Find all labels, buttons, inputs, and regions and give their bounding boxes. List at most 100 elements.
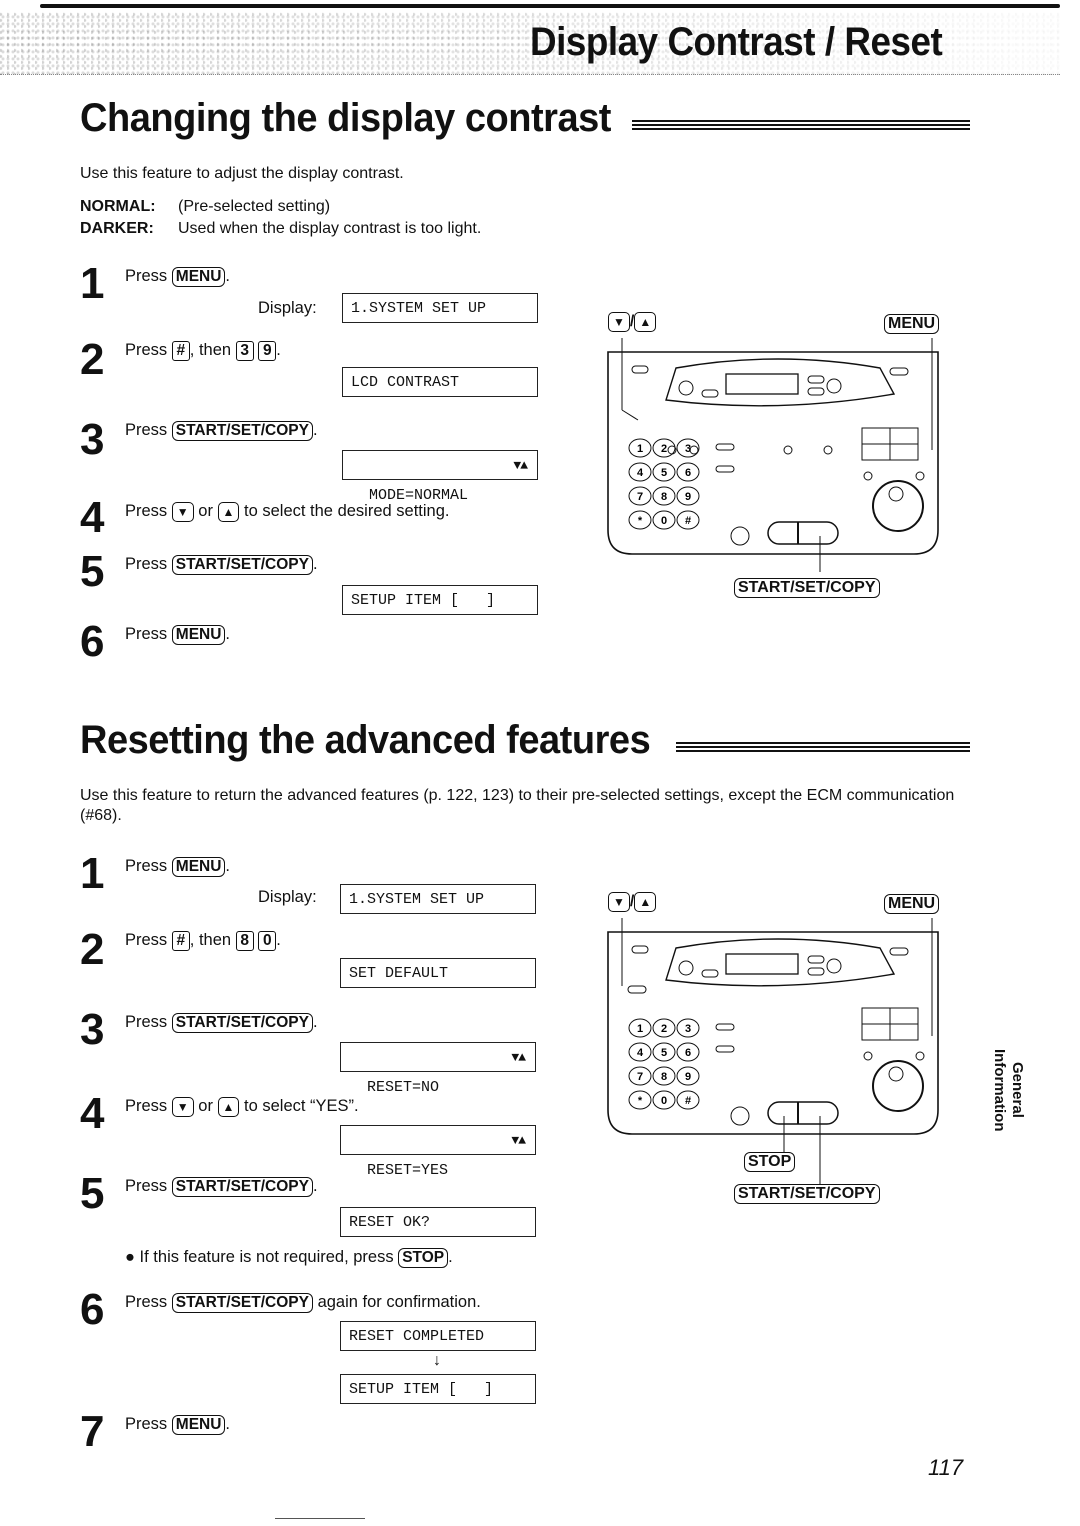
lcd-display: SET DEFAULT bbox=[340, 958, 536, 988]
lcd-display: MODE=NORMAL ▼▲ bbox=[342, 450, 538, 504]
lcd-text: RESET=YES bbox=[367, 1162, 449, 1179]
up-arrow-key-icon: ▲ bbox=[217, 1097, 240, 1117]
step-number: 1 bbox=[80, 259, 105, 308]
svg-text:6: 6 bbox=[685, 467, 691, 479]
stop-key-label: STOP bbox=[744, 1152, 796, 1172]
menu-key: MENU bbox=[171, 1415, 226, 1435]
step-tail: to select the desired setting. bbox=[244, 502, 450, 520]
step-7-text: Press MENU. bbox=[125, 1415, 231, 1435]
press-label: Press bbox=[125, 625, 168, 643]
down-arrow-key-icon: ▼ bbox=[171, 1097, 194, 1117]
display-label: Display: bbox=[258, 888, 317, 906]
press-label: Press bbox=[125, 421, 168, 439]
side-tab-line-2: Information bbox=[991, 1048, 1008, 1132]
section-title-reset: Resetting the advanced features bbox=[80, 718, 651, 762]
step-5-text: Press START/SET/COPY. bbox=[125, 1177, 318, 1197]
lcd-display: RESET COMPLETED bbox=[340, 1321, 536, 1351]
or-label: or bbox=[198, 1097, 213, 1115]
down-arrow-icon: ↓ bbox=[433, 1352, 441, 1369]
svg-text:9: 9 bbox=[685, 1071, 691, 1083]
lcd-display: 1.SYSTEM SET UP bbox=[340, 884, 536, 914]
step-number: 5 bbox=[80, 1169, 105, 1218]
up-down-arrows-icon: ▼▲ bbox=[513, 458, 528, 473]
step-number: 3 bbox=[80, 1005, 105, 1054]
option-text: Used when the display contrast is too li… bbox=[178, 220, 482, 237]
lcd-display: RESET=NO ▼▲ bbox=[340, 1042, 536, 1096]
keypad: 1 2 3 4 5 6 7 8 9 * 0 # bbox=[628, 438, 720, 553]
or-label: or bbox=[198, 502, 213, 520]
svg-text:*: * bbox=[638, 515, 643, 527]
press-label: Press bbox=[125, 502, 168, 520]
start-set-copy-key: START/SET/COPY bbox=[171, 421, 313, 441]
step-4-text: Press ▼ or ▲ to select the desired setti… bbox=[125, 501, 449, 522]
stop-note: ● If this feature is not required, press… bbox=[125, 1248, 453, 1268]
start-set-copy-key-label: START/SET/COPY bbox=[734, 578, 880, 598]
menu-key: MENU bbox=[171, 625, 226, 645]
start-set-copy-key: START/SET/COPY bbox=[171, 1293, 313, 1313]
digit-key: 9 bbox=[258, 341, 277, 361]
step-5-text: Press START/SET/COPY. bbox=[125, 555, 318, 575]
step-number: 5 bbox=[80, 547, 105, 596]
chapter-title: Display Contrast / Reset bbox=[530, 20, 943, 64]
press-label: Press bbox=[125, 1013, 168, 1031]
reset-intro: Use this feature to return the advanced … bbox=[80, 787, 955, 824]
press-label: Press bbox=[125, 1415, 168, 1433]
step-tail: to select “YES”. bbox=[244, 1097, 359, 1115]
up-down-arrows-icon: ▼▲ bbox=[511, 1133, 526, 1148]
step-number: 1 bbox=[80, 849, 105, 898]
svg-text:8: 8 bbox=[661, 1071, 667, 1083]
step-number: 6 bbox=[80, 617, 105, 666]
contrast-intro: Use this feature to adjust the display c… bbox=[80, 165, 404, 182]
svg-text:3: 3 bbox=[685, 443, 691, 455]
svg-text:8: 8 bbox=[661, 491, 667, 503]
lcd-display: LCD CONTRAST bbox=[342, 367, 538, 397]
hash-key: # bbox=[171, 931, 190, 951]
svg-text:7: 7 bbox=[637, 491, 643, 503]
step-6-text: Press START/SET/COPY again for confirmat… bbox=[125, 1292, 481, 1313]
svg-text:2: 2 bbox=[661, 443, 667, 455]
down-arrow-key-icon: ▼ bbox=[171, 502, 194, 522]
then-label: , then bbox=[189, 341, 232, 359]
press-label: Press bbox=[125, 931, 168, 949]
section-title-contrast: Changing the display contrast bbox=[80, 96, 611, 140]
svg-text:0: 0 bbox=[661, 1095, 667, 1107]
title-rule bbox=[632, 120, 970, 130]
header-top-rule bbox=[40, 4, 1060, 8]
step-3-text: Press START/SET/COPY. bbox=[125, 1013, 318, 1033]
hash-key: # bbox=[171, 341, 190, 361]
svg-text:#: # bbox=[685, 1095, 691, 1107]
lcd-display: RESET=YES ▼▲ bbox=[340, 1125, 536, 1179]
step-number: 7 bbox=[80, 1407, 105, 1456]
step-tail: again for confirmation. bbox=[317, 1293, 481, 1311]
step-number: 4 bbox=[80, 493, 105, 542]
keypad-drawing: 1 2 3 4 5 6 7 8 9 * 0 # bbox=[628, 1018, 700, 1110]
lcd-display: SETUP ITEM [ ] bbox=[342, 585, 538, 615]
lcd-display: 1.SYSTEM SET UP bbox=[342, 293, 538, 323]
svg-text:9: 9 bbox=[685, 491, 691, 503]
press-label: Press bbox=[125, 1097, 168, 1115]
svg-text:4: 4 bbox=[637, 1047, 644, 1059]
option-label: NORMAL: bbox=[80, 198, 156, 215]
step-number: 2 bbox=[80, 335, 105, 384]
step-1-text: Press MENU. bbox=[125, 267, 231, 287]
bottom-rule bbox=[275, 1518, 365, 1519]
digit-key: 3 bbox=[235, 341, 254, 361]
press-label: Press bbox=[125, 857, 168, 875]
menu-key: MENU bbox=[171, 857, 226, 877]
svg-text:5: 5 bbox=[661, 467, 667, 479]
step-6-text: Press MENU. bbox=[125, 625, 231, 645]
option-normal: NORMAL: (Pre-selected setting) bbox=[80, 197, 330, 217]
lcd-display: RESET OK? bbox=[340, 1207, 536, 1237]
keypad: 1 2 3 4 5 6 7 8 9 * 0 # bbox=[628, 1018, 720, 1133]
keypad-drawing: 1 2 3 4 5 6 7 8 9 * 0 # bbox=[628, 438, 700, 530]
lcd-display: SETUP ITEM [ ] bbox=[340, 1374, 536, 1404]
option-darker: DARKER: Used when the display contrast is… bbox=[80, 219, 481, 239]
step-number: 6 bbox=[80, 1285, 105, 1334]
stop-key: STOP bbox=[398, 1248, 449, 1268]
digit-key: 8 bbox=[235, 931, 254, 951]
fax-panel-diagram-contrast: ▼ / ▲ MENU 1 2 3 4 5 6 7 8 9 * 0 # START… bbox=[598, 310, 948, 600]
start-set-copy-key: START/SET/COPY bbox=[171, 1177, 313, 1197]
title-rule bbox=[676, 742, 970, 752]
svg-text:*: * bbox=[638, 1095, 643, 1107]
svg-text:3: 3 bbox=[685, 1023, 691, 1035]
